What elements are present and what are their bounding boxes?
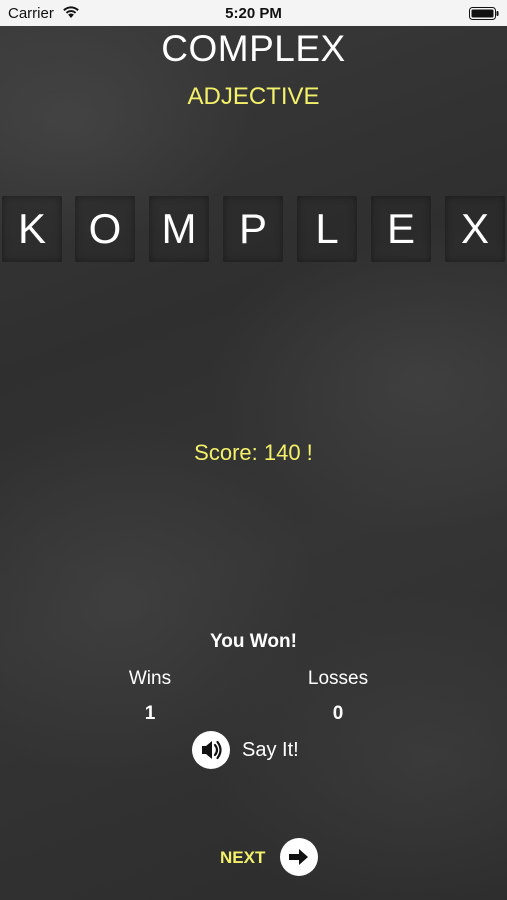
status-bar: Carrier 5:20 PM: [0, 0, 507, 26]
word-type: ADJECTIVE: [187, 83, 320, 110]
letter-tile: E: [371, 196, 431, 262]
next-button[interactable]: NEXT: [218, 838, 320, 876]
next-arrow-circle[interactable]: [280, 838, 318, 876]
losses-count: 0: [332, 703, 344, 724]
clock: 5:20 PM: [225, 5, 282, 22]
say-it-button[interactable]: Say It!: [192, 731, 322, 771]
letter-tile: X: [445, 196, 505, 262]
word-title: COMPLEX: [161, 28, 346, 69]
letter-tiles: K O M P L E X: [0, 196, 507, 262]
letter-tile: M: [149, 196, 209, 262]
losses-label: Losses: [307, 668, 369, 689]
letter-tile: O: [75, 196, 135, 262]
next-label[interactable]: NEXT: [220, 848, 265, 868]
wins-label: Wins: [128, 668, 172, 689]
speaker-icon: [202, 740, 222, 760]
letter-tile: L: [297, 196, 357, 262]
battery-icon: [469, 7, 499, 20]
speaker-button-circle[interactable]: [192, 731, 230, 769]
say-it-label[interactable]: Say It!: [242, 739, 299, 762]
letter-tile: P: [223, 196, 283, 262]
score-text: Score: 140 !: [194, 440, 313, 465]
letter-tile: K: [2, 196, 62, 262]
wins-count: 1: [144, 703, 156, 724]
result-message: You Won!: [210, 631, 297, 652]
arrow-right-icon: [289, 849, 308, 865]
